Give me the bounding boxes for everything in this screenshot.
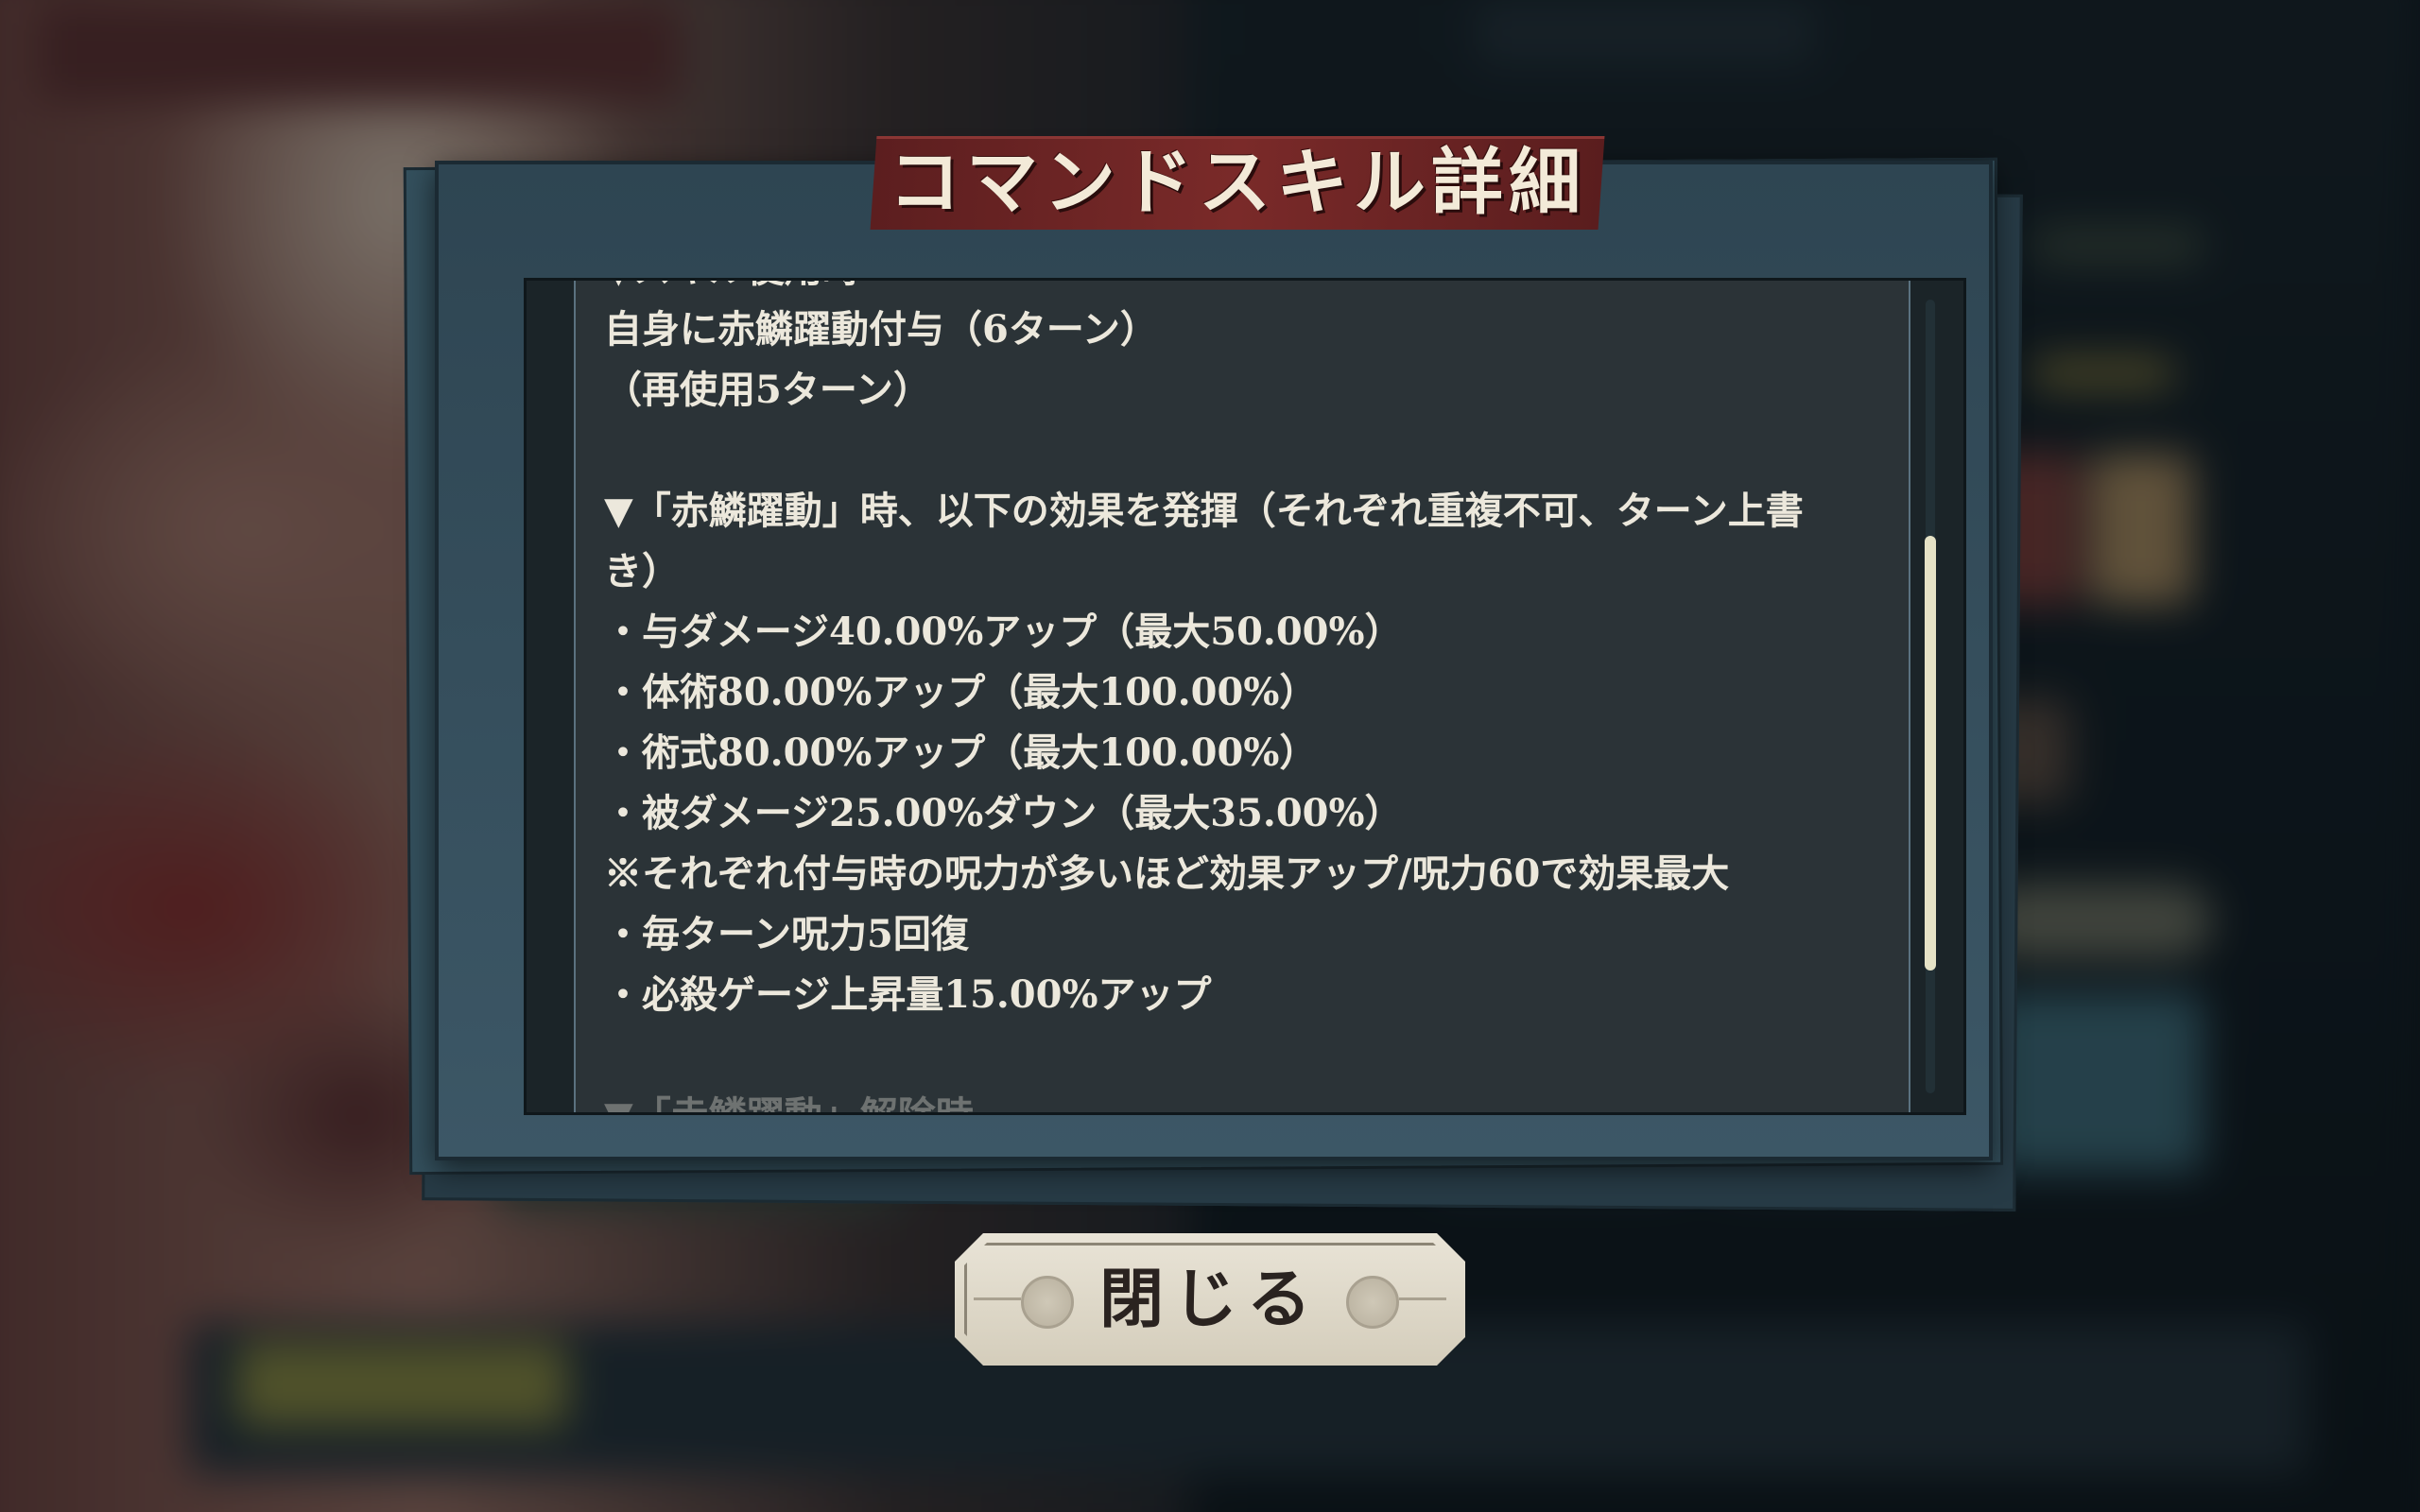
skill-description-line: ・必殺ゲージ上昇量15.00%アップ xyxy=(604,972,1212,1017)
close-button[interactable]: 閉じる xyxy=(955,1233,1465,1366)
skill-description-line xyxy=(604,421,1890,481)
skill-description-line: ・与ダメージ40.00%アップ（最大50.00%） xyxy=(604,610,1403,654)
skill-description-line xyxy=(604,1025,1890,1086)
skill-description-line: ・体術80.00%アップ（最大100.00%） xyxy=(604,670,1318,714)
skill-description-line: き） xyxy=(604,549,680,593)
skill-description-paper: ▼スキル使用時 自身に赤鱗躍動付与（6ターン） （再使用5ターン） ▼「赤鱗躍動… xyxy=(574,281,1910,1112)
skill-description-line: （再使用5ターン） xyxy=(604,368,931,412)
skill-description-viewport: ▼スキル使用時 自身に赤鱗躍動付与（6ターン） （再使用5ターン） ▼「赤鱗躍動… xyxy=(576,281,1909,1112)
skill-description-text: ▼スキル使用時 自身に赤鱗躍動付与（6ターン） （再使用5ターン） ▼「赤鱗躍動… xyxy=(604,281,1890,1112)
dialog-title: コマンドスキル詳細 xyxy=(889,140,1586,224)
skill-description-line: ▼「赤鱗躍動」時、以下の効果を発揮（それぞれ重複不可、ターン上書 xyxy=(604,489,1804,533)
close-button-label: 閉じる xyxy=(1098,1262,1321,1337)
skill-description-line: ・術式80.00%アップ（最大100.00%） xyxy=(604,730,1318,775)
skill-description-line: ※それぞれ付与時の呪力が多いほど効果アップ/呪力60で効果最大 xyxy=(604,851,1730,896)
skill-description-line: ▼「赤鱗躍動」解除時 xyxy=(604,1086,1890,1112)
skill-description-panel[interactable]: ▼スキル使用時 自身に赤鱗躍動付与（6ターン） （再使用5ターン） ▼「赤鱗躍動… xyxy=(524,278,1966,1115)
skill-description-line: ・毎ターン呪力5回復 xyxy=(604,912,969,956)
dialog-frame: コマンドスキル詳細 ▼スキル使用時 自身に赤鱗躍動付与（6ターン） （再使用5タ… xyxy=(435,136,1993,1160)
skill-description-line: ▼スキル使用時 xyxy=(604,281,1890,300)
skill-description-line: 自身に赤鱗躍動付与（6ターン） xyxy=(604,307,1158,352)
command-skill-detail-dialog: コマンドスキル詳細 ▼スキル使用時 自身に赤鱗躍動付与（6ターン） （再使用5タ… xyxy=(403,136,2023,1211)
scrollbar-thumb[interactable] xyxy=(1925,536,1936,971)
skill-description-line: ・被ダメージ25.00%ダウン（最大35.00%） xyxy=(604,791,1403,835)
